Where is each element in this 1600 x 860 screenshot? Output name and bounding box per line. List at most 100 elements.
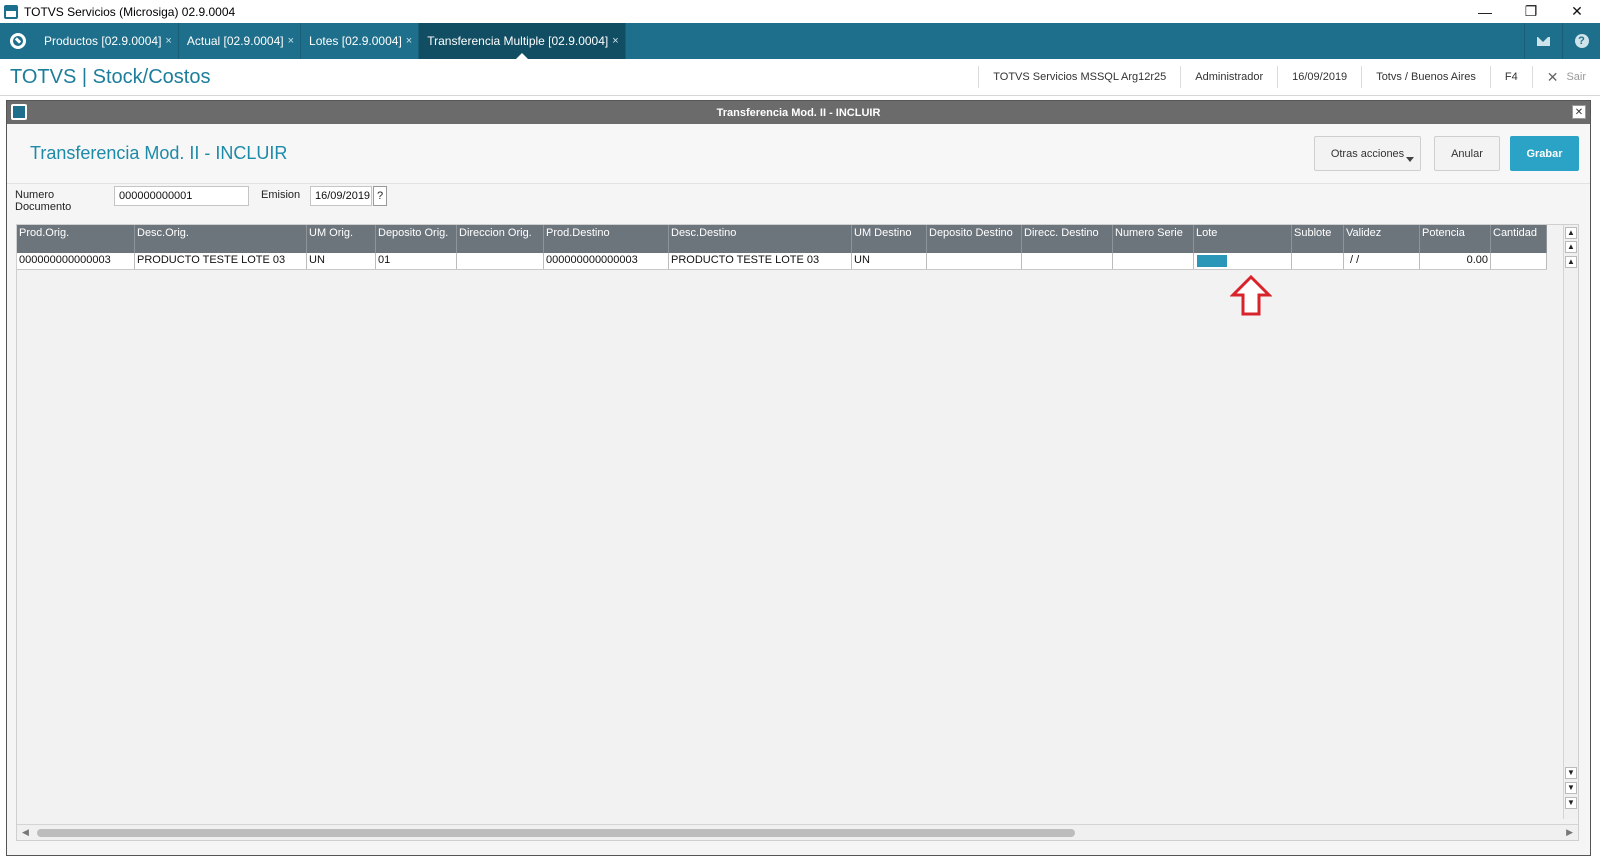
doc-number-field[interactable]: 000000000001 <box>114 186 249 206</box>
cancel-button[interactable]: Anular <box>1434 136 1500 171</box>
app-tabbar: Productos [02.9.0004] × Actual [02.9.000… <box>0 23 1600 59</box>
column-header[interactable]: Deposito Orig. <box>376 225 457 253</box>
environment-info[interactable]: TOTVS Servicios MSSQL Arg12r25 <box>978 66 1180 88</box>
column-header[interactable]: Prod.Orig. <box>17 225 135 253</box>
column-header[interactable]: Desc.Destino <box>669 225 852 253</box>
app-title: TOTVS | Stock/Costos <box>10 65 211 88</box>
close-icon[interactable]: × <box>288 35 294 47</box>
tab-transferencia-multiple[interactable]: Transferencia Multiple [02.9.0004] × <box>419 23 626 59</box>
scroll-top-icon[interactable]: ▲ <box>1565 227 1577 239</box>
close-icon[interactable]: × <box>165 35 171 47</box>
scroll-right-icon[interactable]: ▶ <box>1566 827 1573 838</box>
help-button[interactable]: ? <box>1562 23 1600 59</box>
column-header[interactable]: UM Destino <box>852 225 927 253</box>
table-cell[interactable]: 01 <box>376 253 457 269</box>
page-title: Transferencia Mod. II - INCLUIR <box>30 143 288 163</box>
grid-header: Prod.Orig. Desc.Orig. UM Orig. Deposito … <box>17 225 1547 253</box>
close-icon[interactable]: × <box>406 35 412 47</box>
minimize-button[interactable]: — <box>1462 0 1508 23</box>
column-header[interactable]: Deposito Destino <box>927 225 1022 253</box>
other-actions-label: Otras acciones <box>1330 147 1405 160</box>
restore-button[interactable]: ❐ <box>1508 0 1554 23</box>
table-cell[interactable]: / / <box>1344 253 1420 269</box>
other-actions-button[interactable]: Otras acciones <box>1314 136 1421 171</box>
scroll-up-icon[interactable]: ▲ <box>1565 256 1577 268</box>
date-lookup-button[interactable]: ? <box>373 186 387 206</box>
exit-label: Sair <box>1566 71 1586 83</box>
horizontal-scroll-thumb[interactable] <box>37 829 1075 837</box>
scroll-page-up-icon[interactable]: ▲ <box>1565 241 1577 253</box>
shortcut-info[interactable]: F4 <box>1489 66 1532 88</box>
column-header[interactable]: Validez <box>1344 225 1420 253</box>
column-header[interactable]: Numero Serie <box>1113 225 1194 253</box>
app-window-icon <box>4 4 18 19</box>
dialog-window-icon <box>11 104 27 120</box>
date-info[interactable]: 16/09/2019 <box>1277 66 1361 88</box>
mail-icon <box>1537 36 1550 46</box>
table-cell[interactable]: PRODUCTO TESTE LOTE 03 <box>135 253 307 269</box>
date-field[interactable]: 16/09/2019 <box>310 186 372 206</box>
column-header[interactable]: Desc.Orig. <box>135 225 307 253</box>
exit-button[interactable]: ✕ Sair <box>1531 66 1600 88</box>
tab-label: Productos [02.9.0004] <box>44 34 162 48</box>
lote-cell-editor[interactable] <box>1194 253 1292 269</box>
header-info: TOTVS Servicios MSSQL Arg12r25 Administr… <box>978 59 1600 95</box>
table-cell[interactable]: 000000000000003 <box>544 253 669 269</box>
column-header[interactable]: Prod.Destino <box>544 225 669 253</box>
tab-lotes[interactable]: Lotes [02.9.0004] × <box>301 23 420 59</box>
dialog-close-button[interactable]: ✕ <box>1572 105 1586 119</box>
tab-label: Actual [02.9.0004] <box>186 34 284 48</box>
table-cell[interactable]: UN <box>307 253 376 269</box>
dialog-header: Transferencia Mod. II - INCLUIR Otras ac… <box>7 124 1590 184</box>
table-cell[interactable] <box>457 253 544 269</box>
table-cell[interactable] <box>1113 253 1194 269</box>
column-header[interactable]: Direcc. Destino <box>1022 225 1113 253</box>
header-bar: TOTVS | Stock/Costos TOTVS Servicios MSS… <box>0 59 1600 96</box>
column-header[interactable]: Cantidad <box>1491 225 1547 253</box>
table-cell[interactable]: 000000000000003 <box>17 253 135 269</box>
vertical-scrollbar[interactable]: ▲ ▲ ▲ ▼ ▼ ▼ <box>1563 225 1578 819</box>
column-header[interactable]: Lote <box>1194 225 1292 253</box>
scroll-left-icon[interactable]: ◀ <box>22 827 29 838</box>
tab-productos[interactable]: Productos [02.9.0004] × <box>36 23 179 59</box>
close-icon[interactable]: × <box>612 35 618 47</box>
scroll-page-down-icon[interactable]: ▼ <box>1565 782 1577 794</box>
chevron-down-icon <box>1406 157 1414 162</box>
column-header[interactable]: Sublote <box>1292 225 1344 253</box>
close-window-button[interactable]: ✕ <box>1554 0 1600 23</box>
tab-actual[interactable]: Actual [02.9.0004] × <box>179 23 302 59</box>
app-logo-icon[interactable] <box>0 23 36 59</box>
tab-label: Transferencia Multiple [02.9.0004] <box>427 34 609 48</box>
date-label: Emision <box>261 189 301 201</box>
save-button[interactable]: Grabar <box>1510 136 1579 171</box>
arrow-up-icon <box>1230 275 1272 316</box>
scroll-down-icon[interactable]: ▼ <box>1565 767 1577 779</box>
scroll-bottom-icon[interactable]: ▼ <box>1565 797 1577 809</box>
horizontal-scrollbar[interactable]: ◀ ▶ <box>17 824 1578 840</box>
branch-info[interactable]: Totvs / Buenos Aires <box>1361 66 1490 88</box>
close-icon: ✕ <box>1546 68 1559 85</box>
dialog-titlebar: Transferencia Mod. II - INCLUIR ✕ <box>7 101 1590 124</box>
help-icon: ? <box>1574 34 1589 48</box>
table-cell[interactable]: PRODUCTO TESTE LOTE 03 <box>669 253 852 269</box>
column-header[interactable]: Direccion Orig. <box>457 225 544 253</box>
dialog-title: Transferencia Mod. II - INCLUIR <box>716 106 881 119</box>
items-grid: Prod.Orig. Desc.Orig. UM Orig. Deposito … <box>16 224 1579 841</box>
user-info[interactable]: Administrador <box>1180 66 1277 88</box>
table-cell[interactable] <box>1491 253 1547 269</box>
transfer-dialog: Transferencia Mod. II - INCLUIR ✕ Transf… <box>6 100 1591 856</box>
table-cell[interactable] <box>927 253 1022 269</box>
column-header[interactable]: Potencia <box>1420 225 1491 253</box>
window-title: TOTVS Servicios (Microsiga) 02.9.0004 <box>24 4 236 19</box>
table-cell[interactable]: UN <box>852 253 927 269</box>
table-row[interactable]: 000000000000003 PRODUCTO TESTE LOTE 03 U… <box>17 253 1547 270</box>
column-header[interactable]: UM Orig. <box>307 225 376 253</box>
table-cell[interactable]: 0.00 <box>1420 253 1491 269</box>
tabbar-actions: ? <box>1524 23 1600 59</box>
table-cell[interactable] <box>1022 253 1113 269</box>
table-cell[interactable] <box>1292 253 1344 269</box>
os-titlebar: TOTVS Servicios (Microsiga) 02.9.0004 — … <box>0 0 1600 23</box>
lote-input-cursor <box>1197 255 1227 267</box>
doc-number-label: Numero Documento <box>15 189 72 213</box>
mail-button[interactable] <box>1524 23 1562 59</box>
